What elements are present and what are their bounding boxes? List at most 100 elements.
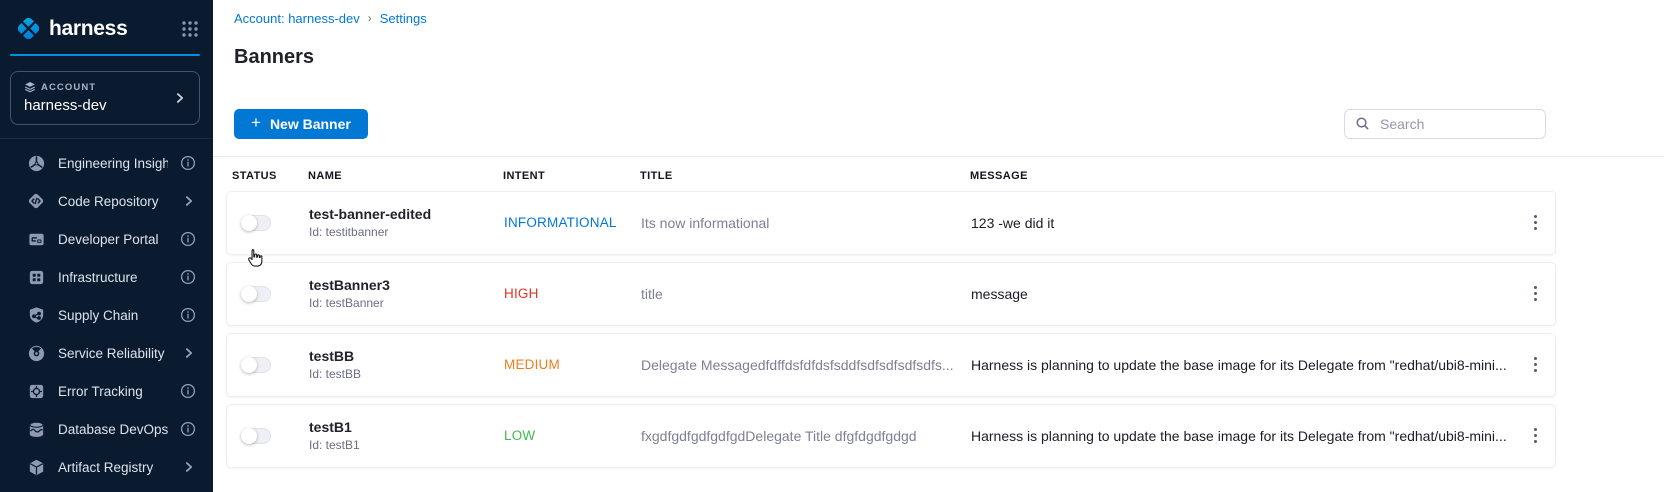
info-icon[interactable] [180, 421, 196, 437]
infrastructure-icon [26, 267, 46, 287]
sidebar-item-label: Infrastructure [58, 270, 168, 285]
info-icon[interactable] [180, 155, 196, 171]
plus-icon: + [251, 114, 261, 131]
sidebar-header: harness [0, 0, 213, 54]
sidebar-item-supply-chain[interactable]: Supply Chain [0, 296, 213, 334]
column-header-title: TITLE [636, 170, 966, 182]
status-toggle[interactable] [241, 357, 271, 373]
new-banner-button[interactable]: + New Banner [234, 109, 368, 139]
supply-chain-icon [26, 305, 46, 325]
banner-name: testBanner3 [309, 277, 500, 293]
sidebar-item-code-repository[interactable]: Code Repository [0, 182, 213, 220]
banner-id: Id: testitbanner [309, 225, 500, 239]
banner-name: test-banner-edited [309, 206, 500, 222]
column-header-status: STATUS [226, 170, 304, 182]
banner-name: testBB [309, 348, 500, 364]
info-icon[interactable] [180, 383, 196, 399]
banner-intent: HIGH [500, 286, 637, 301]
account-icon [24, 81, 36, 93]
banner-intent: MEDIUM [500, 357, 637, 372]
harness-logo-icon [15, 15, 42, 42]
database-devops-icon [26, 419, 46, 439]
engineering-insights-icon [26, 153, 46, 173]
sidebar-item-label: Developer Portal [58, 232, 168, 247]
chevron-right-icon[interactable] [182, 346, 196, 360]
harness-logo[interactable]: harness [15, 15, 181, 42]
sidebar-item-infrastructure[interactable]: Infrastructure [0, 258, 213, 296]
sidebar-item-label: Error Tracking [58, 384, 168, 399]
toolbar: + New Banner [213, 83, 1664, 157]
search-icon [1355, 116, 1370, 131]
sidebar-nav: Engineering Insights Code Repository Devel… [0, 138, 213, 486]
column-header-intent: INTENT [499, 170, 636, 182]
info-icon[interactable] [180, 231, 196, 247]
chevron-right-icon[interactable] [182, 460, 196, 474]
row-menu-button[interactable] [1522, 210, 1548, 236]
row-menu-button[interactable] [1522, 281, 1548, 307]
table-row: test-banner-edited Id: testitbanner INFO… [226, 191, 1556, 255]
chevron-right-icon [173, 91, 187, 105]
banner-title: Delegate Messagedfdffdsfdfdsfsddfsdfsdfs… [637, 357, 967, 373]
breadcrumb-settings-link[interactable]: Settings [380, 11, 427, 26]
banner-title: Its now informational [637, 215, 967, 231]
table-row: testBB Id: testBB MEDIUM Delegate Messag… [226, 333, 1556, 397]
artifact-registry-icon [26, 457, 46, 477]
code-repository-icon [26, 191, 46, 211]
column-header-message: MESSAGE [966, 170, 1516, 182]
app-grid-icon[interactable] [181, 20, 199, 38]
banner-message: 123 -we did it [967, 215, 1515, 231]
row-menu-button[interactable] [1522, 423, 1548, 449]
logo-underline [10, 54, 200, 56]
breadcrumb-account-link[interactable]: Account: harness-dev [234, 11, 360, 26]
banners-table: STATUSNAMEINTENTTITLEMESSAGE test-banner… [226, 157, 1556, 468]
search-input[interactable] [1378, 115, 1535, 133]
status-toggle[interactable] [241, 286, 271, 302]
page-title: Banners [213, 39, 1664, 69]
developer-portal-icon [26, 229, 46, 249]
banner-title: title [637, 286, 967, 302]
main-content: Account: harness-dev › Settings Banners … [213, 0, 1664, 492]
chevron-right-icon[interactable] [182, 194, 196, 208]
account-label: ACCOUNT [41, 82, 96, 93]
sidebar-item-label: Database DevOps [58, 422, 168, 437]
sidebar: harness ACCOUNT harness-dev [0, 0, 213, 492]
banner-name: testB1 [309, 419, 500, 435]
row-menu-button[interactable] [1522, 352, 1548, 378]
sidebar-item-label: Code Repository [58, 194, 170, 209]
banner-message: message [967, 286, 1515, 302]
sidebar-item-label: Service Reliability [58, 346, 170, 361]
sidebar-item-label: Supply Chain [58, 308, 168, 323]
error-tracking-icon [26, 381, 46, 401]
sidebar-item-service-reliability[interactable]: Service Reliability [0, 334, 213, 372]
info-icon[interactable] [180, 269, 196, 285]
status-toggle[interactable] [241, 215, 271, 231]
banner-id: Id: testB1 [309, 438, 500, 452]
sidebar-item-error-tracking[interactable]: Error Tracking [0, 372, 213, 410]
service-reliability-icon [26, 343, 46, 363]
info-icon[interactable] [180, 307, 196, 323]
table-row: testB1 Id: testB1 LOW fxgdfgdfgdfgdfgdDe… [226, 404, 1556, 468]
sidebar-item-artifact-registry[interactable]: Artifact Registry [0, 448, 213, 486]
search-box[interactable] [1344, 109, 1546, 139]
sidebar-item-engineering-insights[interactable]: Engineering Insights [0, 144, 213, 182]
status-toggle[interactable] [241, 428, 271, 444]
brand-name: harness [49, 17, 127, 41]
breadcrumb: Account: harness-dev › Settings [213, 0, 1664, 26]
sidebar-item-label: Artifact Registry [58, 460, 170, 475]
new-banner-label: New Banner [270, 116, 351, 132]
sidebar-item-label: Engineering Insights [58, 156, 168, 171]
column-header-name: NAME [304, 170, 499, 182]
banner-intent: LOW [500, 428, 637, 443]
account-name: harness-dev [24, 97, 173, 114]
breadcrumb-separator-icon: › [368, 11, 372, 25]
banner-id: Id: testBanner [309, 296, 500, 310]
table-header-row: STATUSNAMEINTENTTITLEMESSAGE [226, 157, 1556, 191]
sidebar-item-developer-portal[interactable]: Developer Portal [0, 220, 213, 258]
banner-message: Harness is planning to update the base i… [967, 428, 1515, 444]
banner-title: fxgdfgdfgdfgdfgdDelegate Title dfgfdgdfg… [637, 428, 967, 444]
table-row: testBanner3 Id: testBanner HIGH title me… [226, 262, 1556, 326]
banner-intent: INFORMATIONAL [500, 215, 637, 230]
sidebar-item-database-devops[interactable]: Database DevOps [0, 410, 213, 448]
banner-id: Id: testBB [309, 367, 500, 381]
account-selector[interactable]: ACCOUNT harness-dev [10, 71, 200, 125]
